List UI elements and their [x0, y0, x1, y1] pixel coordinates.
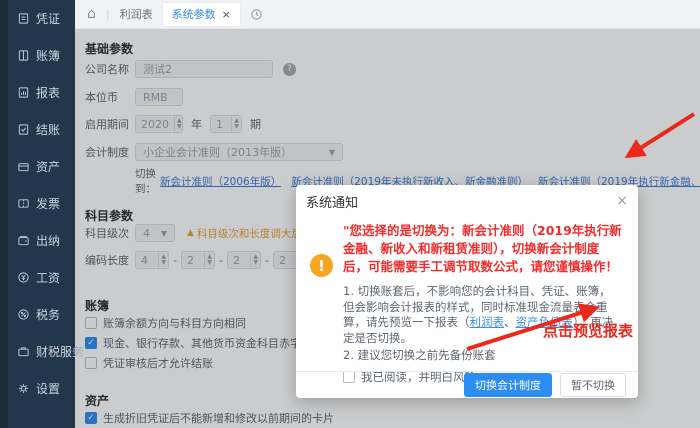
sidebar-item-label: 工资	[36, 269, 60, 286]
switch-accounting-system-button[interactable]: 切换会计制度	[464, 373, 552, 397]
dialog-header: 系统通知 ×	[296, 185, 638, 210]
tab-system-params[interactable]: 系统参数 ×	[163, 3, 240, 26]
cashier-icon	[17, 234, 30, 247]
tab-label: 系统参数	[172, 6, 216, 22]
system-notice-dialog: 系统通知 × ! "您选择的是切换为：新会计准则（2019年执行新金融、新收入和…	[296, 185, 638, 398]
app-window: 凭证 账簿 报表 结账 资产 发票 出纳 工资	[0, 0, 700, 428]
sidebar-item-tax[interactable]: 税务	[0, 296, 75, 333]
link-separator: 、	[504, 315, 516, 329]
sidebar: 凭证 账簿 报表 结账 资产 发票 出纳 工资	[0, 0, 75, 428]
asset-icon	[17, 160, 30, 173]
sidebar-item-label: 账簿	[36, 47, 60, 64]
sidebar-item-invoice[interactable]: 发票	[0, 185, 75, 222]
tab-divider: |	[106, 8, 110, 21]
dialog-warning-text: "您选择的是切换为：新会计准则（2019年执行新金融、新收入和新租赁准则），切换…	[343, 222, 622, 276]
sidebar-item-report[interactable]: 报表	[0, 74, 75, 111]
sidebar-item-cashier[interactable]: 出纳	[0, 222, 75, 259]
profit-report-link[interactable]: 利润表	[470, 315, 505, 329]
dialog-note-2: 2. 建议您切换之前先备份账套	[343, 348, 622, 364]
sidebar-item-settings[interactable]: 设置	[0, 370, 75, 407]
tab-bar: ⌂ | 利润表 系统参数 ×	[75, 0, 700, 29]
dialog-title: 系统通知	[306, 192, 358, 211]
invoice-icon	[17, 197, 30, 210]
closing-icon	[17, 123, 30, 136]
annotation-preview-report: 点击预览报表	[543, 320, 633, 341]
sidebar-item-label: 资产	[36, 158, 60, 175]
history-clock-icon[interactable]	[250, 8, 263, 21]
voucher-icon	[17, 12, 30, 25]
close-tab-icon[interactable]: ×	[222, 8, 231, 21]
report-icon	[17, 86, 30, 99]
sidebar-item-label: 出纳	[36, 232, 60, 249]
sidebar-item-assets[interactable]: 资产	[0, 148, 75, 185]
sidebar-item-label: 设置	[36, 380, 60, 397]
briefcase-icon	[17, 345, 30, 358]
close-icon[interactable]: ×	[616, 194, 628, 208]
salary-icon	[17, 271, 30, 284]
sidebar-item-voucher[interactable]: 凭证	[0, 0, 75, 37]
warning-exclamation-icon: !	[310, 254, 333, 277]
settings-gear-icon	[17, 382, 30, 395]
tab-profit-report[interactable]: 利润表	[120, 6, 153, 22]
sidebar-item-label: 结账	[36, 121, 60, 138]
ledger-icon	[17, 49, 30, 62]
sidebar-item-salary[interactable]: 工资	[0, 259, 75, 296]
not-switch-button[interactable]: 暂不切换	[560, 373, 626, 397]
sidebar-item-ledger[interactable]: 账簿	[0, 37, 75, 74]
sidebar-item-fiscal-service[interactable]: 财税服务	[0, 333, 75, 370]
tax-icon	[17, 308, 30, 321]
sidebar-item-label: 发票	[36, 195, 60, 212]
dialog-body: ! "您选择的是切换为：新会计准则（2019年执行新金融、新收入和新租赁准则），…	[296, 210, 638, 385]
sidebar-item-label: 税务	[36, 306, 60, 323]
home-icon[interactable]: ⌂	[87, 7, 96, 21]
dialog-footer: 切换会计制度 暂不切换	[296, 371, 638, 398]
sidebar-item-label: 凭证	[36, 10, 60, 27]
sidebar-item-closing[interactable]: 结账	[0, 111, 75, 148]
sidebar-item-label: 报表	[36, 84, 60, 101]
